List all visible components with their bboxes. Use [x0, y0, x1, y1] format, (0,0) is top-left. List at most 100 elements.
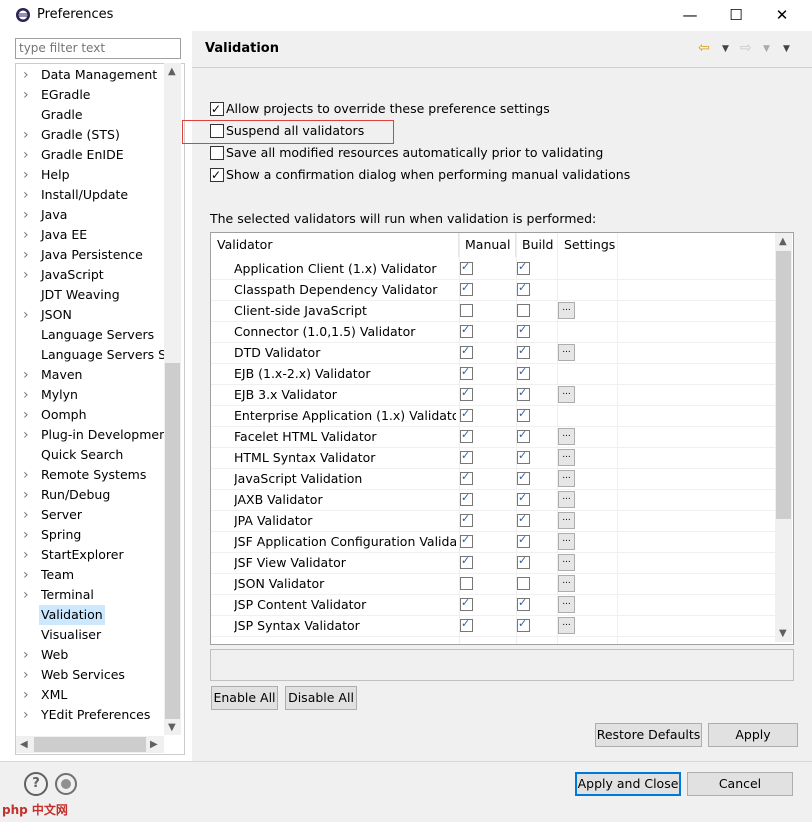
back-menu-icon[interactable]: ▼ [722, 44, 729, 54]
table-row[interactable]: EJB (1.x-2.x) Validator [211, 363, 776, 385]
table-scroll-down-icon[interactable]: ▼ [779, 628, 787, 639]
chevron-right-icon[interactable]: › [23, 465, 33, 485]
forward-arrow-icon[interactable]: ⇨ [740, 40, 752, 56]
manual-checkbox[interactable] [460, 533, 473, 548]
build-checkbox[interactable] [517, 304, 530, 317]
option-checkbox[interactable] [210, 146, 224, 160]
scroll-up-arrow-icon[interactable]: ▲ [168, 66, 176, 77]
manual-checkbox[interactable] [460, 577, 473, 590]
settings-button[interactable]: ... [558, 596, 575, 613]
chevron-right-icon[interactable]: › [23, 505, 33, 525]
table-row[interactable]: JSF Application Configuration Valida... [211, 531, 776, 553]
chevron-right-icon[interactable]: › [23, 525, 33, 545]
table-row[interactable]: Client-side JavaScript... [211, 300, 776, 322]
manual-checkbox[interactable] [460, 596, 473, 611]
manual-checkbox[interactable] [460, 449, 473, 464]
settings-button[interactable]: ... [558, 449, 575, 466]
manual-checkbox[interactable] [460, 407, 473, 422]
chevron-right-icon[interactable]: › [23, 405, 33, 425]
table-row[interactable]: JSP Syntax Validator... [211, 615, 776, 637]
settings-button[interactable]: ... [558, 617, 575, 634]
apply-button[interactable]: Apply [708, 723, 798, 747]
table-row[interactable]: EJB 3.x Validator... [211, 384, 776, 406]
chevron-right-icon[interactable]: › [23, 685, 33, 705]
scroll-right-arrow-icon[interactable]: ▶ [150, 739, 158, 750]
column-header-validator[interactable]: Validator [211, 233, 459, 257]
chevron-right-icon[interactable]: › [23, 425, 33, 445]
chevron-right-icon[interactable]: › [23, 545, 33, 565]
build-checkbox[interactable] [517, 491, 530, 506]
view-menu-icon[interactable]: ▼ [783, 44, 790, 54]
settings-button[interactable]: ... [558, 512, 575, 529]
table-scroll-thumb[interactable] [776, 251, 791, 519]
settings-button[interactable]: ... [558, 302, 575, 319]
table-scroll-up-icon[interactable]: ▲ [779, 236, 787, 247]
chevron-right-icon[interactable]: › [23, 125, 33, 145]
apply-and-close-button[interactable]: Apply and Close [575, 772, 681, 796]
option-checkbox[interactable] [210, 100, 224, 118]
chevron-right-icon[interactable]: › [23, 245, 33, 265]
build-checkbox[interactable] [517, 260, 530, 275]
settings-button[interactable]: ... [558, 428, 575, 445]
cancel-button[interactable]: Cancel [687, 772, 793, 796]
minimize-button[interactable]: — [667, 0, 713, 31]
chevron-right-icon[interactable]: › [23, 485, 33, 505]
build-checkbox[interactable] [517, 617, 530, 632]
chevron-right-icon[interactable]: › [23, 565, 33, 585]
table-row[interactable]: JSF View Validator... [211, 552, 776, 574]
settings-button[interactable]: ... [558, 554, 575, 571]
table-row[interactable]: JPA Validator... [211, 510, 776, 532]
manual-checkbox[interactable] [460, 512, 473, 527]
build-checkbox[interactable] [517, 281, 530, 296]
table-row[interactable]: Facelet HTML Validator... [211, 426, 776, 448]
build-checkbox[interactable] [517, 512, 530, 527]
restore-defaults-button[interactable]: Restore Defaults [595, 723, 702, 747]
option-checkbox[interactable] [210, 166, 224, 184]
settings-button[interactable]: ... [558, 533, 575, 550]
filter-input[interactable] [16, 39, 180, 56]
table-row[interactable]: HTML Syntax Validator... [211, 447, 776, 469]
disable-all-button[interactable]: Disable All [285, 686, 357, 710]
chevron-right-icon[interactable]: › [23, 65, 33, 85]
build-checkbox[interactable] [517, 428, 530, 443]
build-checkbox[interactable] [517, 386, 530, 401]
chevron-right-icon[interactable]: › [23, 385, 33, 405]
table-row[interactable]: Application Client (1.x) Validator [211, 258, 776, 280]
build-checkbox[interactable] [517, 533, 530, 548]
manual-checkbox[interactable] [460, 554, 473, 569]
help-icon[interactable]: ? [24, 772, 48, 796]
table-row[interactable]: DTD Validator... [211, 342, 776, 364]
close-button[interactable]: ✕ [759, 0, 805, 31]
chevron-right-icon[interactable]: › [23, 85, 33, 105]
manual-checkbox[interactable] [460, 281, 473, 296]
build-checkbox[interactable] [517, 554, 530, 569]
settings-button[interactable]: ... [558, 470, 575, 487]
forward-menu-icon[interactable]: ▼ [763, 44, 770, 54]
table-row[interactable]: JavaScript Validation... [211, 468, 776, 490]
chevron-right-icon[interactable]: › [23, 145, 33, 165]
maximize-button[interactable]: ☐ [713, 0, 759, 31]
table-row[interactable]: Connector (1.0,1.5) Validator [211, 321, 776, 343]
scroll-left-arrow-icon[interactable]: ◀ [20, 739, 28, 750]
manual-checkbox[interactable] [460, 260, 473, 275]
manual-checkbox[interactable] [460, 365, 473, 380]
build-checkbox[interactable] [517, 596, 530, 611]
chevron-right-icon[interactable]: › [23, 365, 33, 385]
settings-button[interactable]: ... [558, 575, 575, 592]
manual-checkbox[interactable] [460, 386, 473, 401]
tree-scroll-thumb[interactable] [165, 363, 180, 719]
manual-checkbox[interactable] [460, 617, 473, 632]
build-checkbox[interactable] [517, 344, 530, 359]
build-checkbox[interactable] [517, 449, 530, 464]
chevron-right-icon[interactable]: › [23, 305, 33, 325]
table-row[interactable]: JSON Validator... [211, 573, 776, 595]
chevron-right-icon[interactable]: › [23, 665, 33, 685]
chevron-right-icon[interactable]: › [23, 165, 33, 185]
table-row[interactable]: JAXB Validator... [211, 489, 776, 511]
chevron-right-icon[interactable]: › [23, 585, 33, 605]
chevron-right-icon[interactable]: › [23, 205, 33, 225]
table-row[interactable]: Classpath Dependency Validator [211, 279, 776, 301]
chevron-right-icon[interactable]: › [23, 265, 33, 285]
chevron-right-icon[interactable]: › [23, 645, 33, 665]
build-checkbox[interactable] [517, 365, 530, 380]
